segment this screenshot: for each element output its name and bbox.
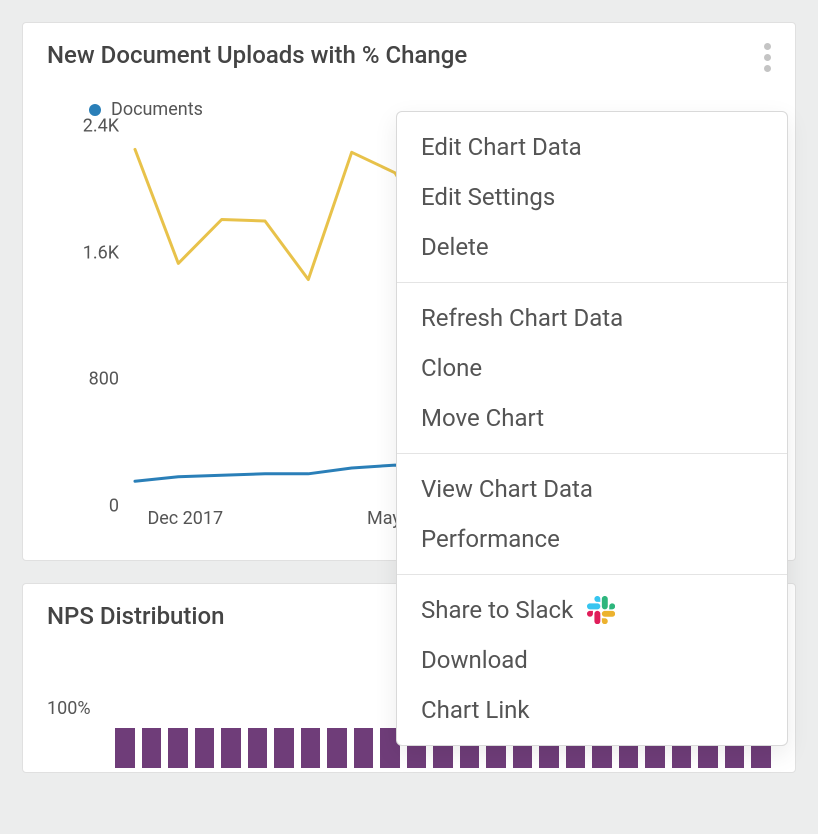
menu-item-performance[interactable]: Performance bbox=[397, 514, 787, 564]
y-axis: 2.4K 1.6K 800 0 bbox=[47, 126, 125, 506]
menu-item-label: Performance bbox=[421, 525, 560, 553]
menu-item-label: Edit Chart Data bbox=[421, 133, 582, 161]
menu-item-label: Move Chart bbox=[421, 404, 544, 432]
menu-item-label: Delete bbox=[421, 233, 489, 261]
menu-group: View Chart Data Performance bbox=[397, 454, 787, 575]
chart-title: New Document Uploads with % Change bbox=[47, 41, 771, 69]
nps-bar bbox=[248, 728, 268, 768]
legend-dot-icon bbox=[89, 104, 101, 116]
menu-item-clone[interactable]: Clone bbox=[397, 343, 787, 393]
nps-bar bbox=[221, 728, 241, 768]
nps-bar bbox=[168, 728, 188, 768]
menu-item-label: Refresh Chart Data bbox=[421, 304, 623, 332]
nps-bar bbox=[327, 728, 347, 768]
x-tick: Dec 2017 bbox=[147, 508, 223, 529]
kebab-dot-icon bbox=[764, 43, 771, 50]
kebab-dot-icon bbox=[764, 65, 771, 72]
y-tick: 0 bbox=[47, 496, 119, 517]
nps-bar bbox=[142, 728, 162, 768]
menu-item-label: Clone bbox=[421, 354, 482, 382]
nps-bar bbox=[115, 728, 135, 768]
menu-group: Refresh Chart Data Clone Move Chart bbox=[397, 283, 787, 454]
nps-bar bbox=[354, 728, 374, 768]
chart-menu-button[interactable] bbox=[758, 37, 777, 78]
y-tick: 2.4K bbox=[47, 116, 119, 137]
kebab-dot-icon bbox=[764, 54, 771, 61]
nps-bar bbox=[195, 728, 215, 768]
chart-context-menu: Edit Chart Data Edit Settings Delete Refres… bbox=[396, 111, 788, 746]
menu-item-download[interactable]: Download bbox=[397, 635, 787, 685]
menu-item-delete[interactable]: Delete bbox=[397, 222, 787, 272]
slack-icon bbox=[587, 596, 615, 624]
nps-bar bbox=[274, 728, 294, 768]
menu-item-share_slack[interactable]: Share to Slack bbox=[397, 585, 787, 635]
menu-item-edit_settings[interactable]: Edit Settings bbox=[397, 172, 787, 222]
menu-item-label: Chart Link bbox=[421, 696, 530, 724]
menu-item-label: View Chart Data bbox=[421, 475, 593, 503]
nps-bar bbox=[301, 728, 321, 768]
nps-y-label: 100% bbox=[47, 698, 91, 719]
menu-item-refresh[interactable]: Refresh Chart Data bbox=[397, 293, 787, 343]
menu-group: Edit Chart Data Edit Settings Delete bbox=[397, 112, 787, 283]
menu-item-edit_data[interactable]: Edit Chart Data bbox=[397, 122, 787, 172]
y-tick: 800 bbox=[47, 369, 119, 390]
y-tick: 1.6K bbox=[47, 242, 119, 263]
menu-item-move[interactable]: Move Chart bbox=[397, 393, 787, 443]
menu-item-label: Share to Slack bbox=[421, 596, 573, 624]
menu-group: Share to Slack Download Chart Link bbox=[397, 575, 787, 745]
menu-item-label: Edit Settings bbox=[421, 183, 555, 211]
menu-item-view_data[interactable]: View Chart Data bbox=[397, 464, 787, 514]
menu-item-chart_link[interactable]: Chart Link bbox=[397, 685, 787, 735]
menu-item-label: Download bbox=[421, 646, 528, 674]
legend-label: Documents bbox=[111, 99, 203, 120]
